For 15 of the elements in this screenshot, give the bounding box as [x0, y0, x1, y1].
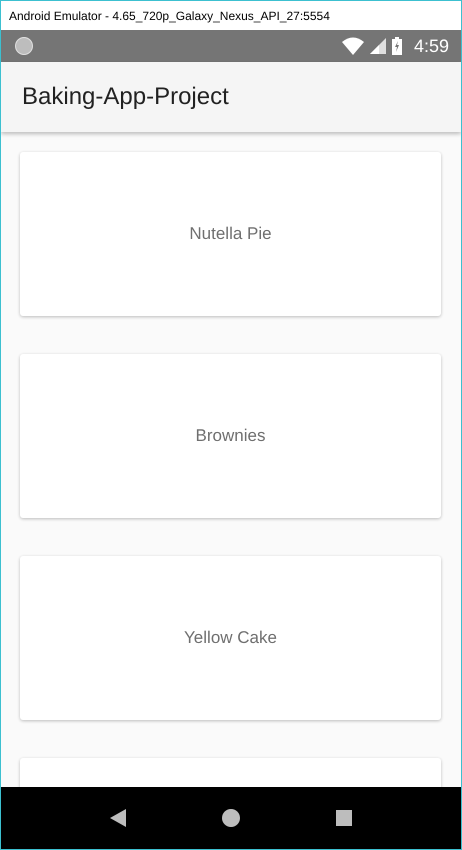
recipe-card[interactable]: Nutella Pie: [20, 152, 441, 316]
window-title: Android Emulator - 4.65_720p_Galaxy_Nexus_API_27:5554: [9, 8, 330, 22]
recipe-card[interactable]: Yellow Cake: [20, 556, 441, 720]
recipe-name: Brownies: [196, 426, 266, 446]
battery-icon: [392, 37, 402, 55]
back-icon[interactable]: [110, 809, 126, 827]
signal-icon: [370, 38, 386, 54]
recipe-card[interactable]: Brownies: [20, 354, 441, 518]
recipe-name: Nutella Pie: [189, 224, 272, 244]
notification-icon: [15, 37, 33, 55]
wifi-icon: [342, 37, 364, 55]
recipe-name: Yellow Cake: [184, 628, 277, 648]
clock: 4:59: [414, 36, 449, 56]
home-icon[interactable]: [222, 809, 240, 827]
app-title: Baking-App-Project: [22, 83, 229, 111]
